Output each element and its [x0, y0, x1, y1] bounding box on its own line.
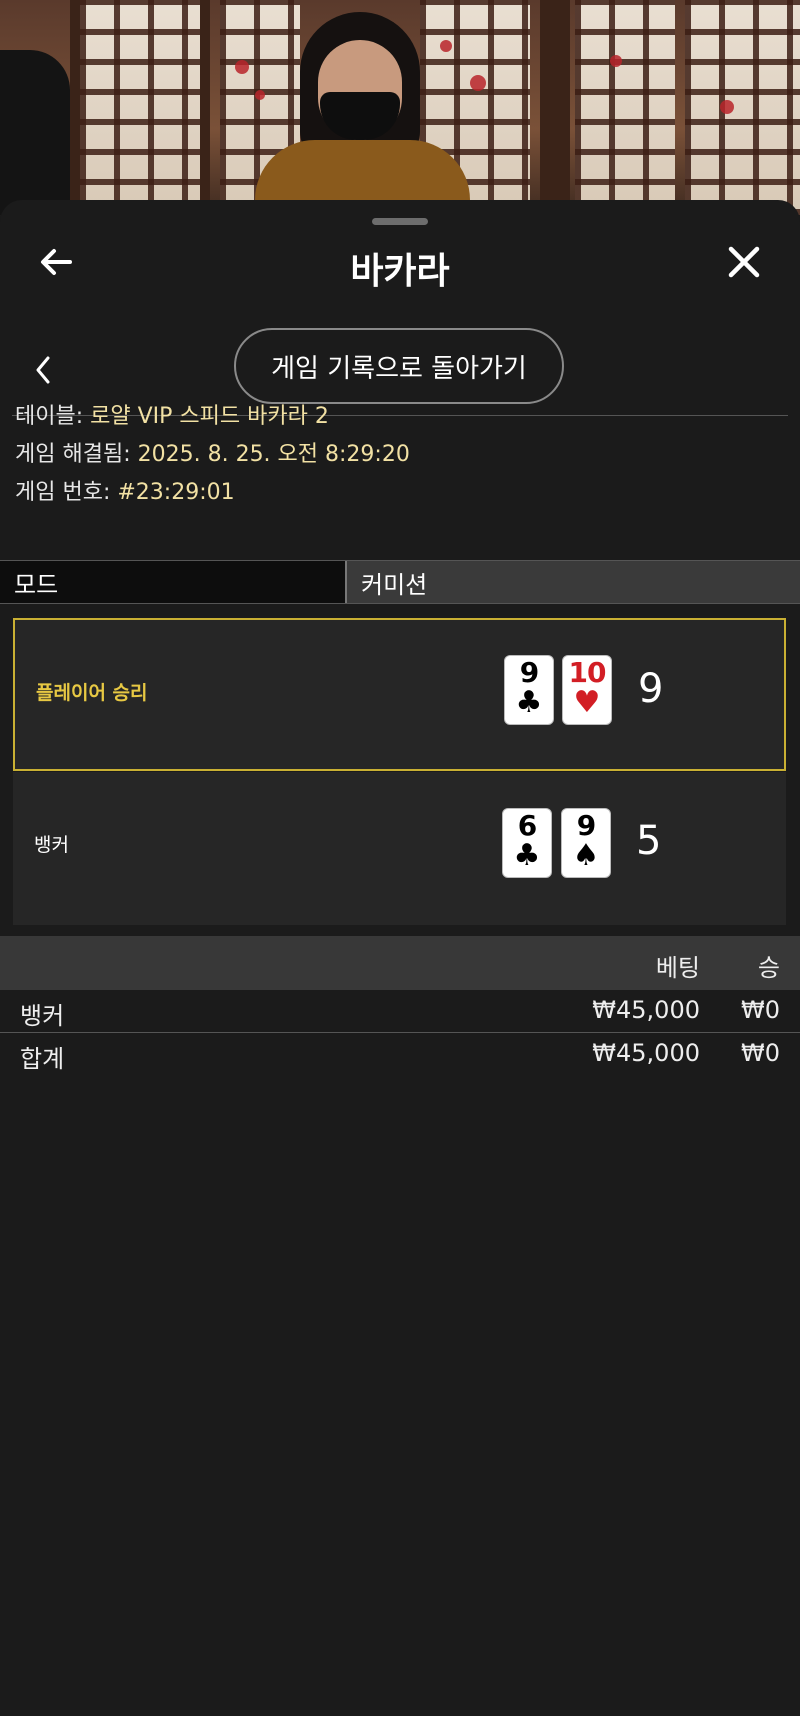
heart-icon: ♥: [573, 685, 601, 720]
video-left-person: [0, 50, 70, 215]
video-panel-right: [540, 0, 570, 215]
card-rank: 9: [576, 809, 596, 842]
back-to-history-button[interactable]: 게임 기록으로 돌아가기: [234, 328, 564, 404]
blossom: [610, 55, 622, 67]
playing-card: 9 ♠: [561, 808, 611, 878]
banker-hand: 뱅커 6 ♣ 9 ♠ 5: [13, 772, 786, 925]
live-video-feed: [0, 0, 800, 215]
win-column-header: 승: [757, 954, 780, 982]
sheet-drag-handle[interactable]: [372, 218, 428, 225]
banker-result-label: 뱅커: [34, 834, 69, 856]
card-rank: 9: [519, 656, 539, 689]
table-info: 테이블: 로얄 VIP 스피드 바카라 2: [15, 398, 329, 430]
bet-amount: ₩45,000: [592, 996, 700, 1024]
win-amount: ₩0: [741, 996, 780, 1024]
page-title: 바카라: [350, 251, 450, 292]
table-label: 테이블:: [15, 404, 84, 429]
player-hand: 플레이어 승리 9 ♣ 10 ♥ 9: [13, 618, 786, 771]
table-value: 로얄 VIP 스피드 바카라 2: [90, 404, 329, 429]
player-result-label: 플레이어 승리: [36, 682, 148, 704]
club-icon: ♣: [515, 685, 543, 720]
blossom: [255, 90, 265, 100]
tab-mode[interactable]: 모드: [0, 561, 345, 603]
video-screen-left: [80, 0, 200, 215]
tab-bar: 모드 커미션: [0, 560, 800, 604]
total-row: 합계 ₩45,000 ₩0: [0, 1033, 800, 1075]
card-rank: 10: [568, 656, 607, 689]
card-rank: 6: [517, 809, 537, 842]
playing-card: 9 ♣: [504, 655, 554, 725]
game-number-value: #23:29:01: [117, 480, 235, 505]
tab-commission[interactable]: 커미션: [345, 561, 800, 603]
bet-column-header: 베팅: [655, 954, 700, 982]
bets-table-header: 베팅 승: [0, 936, 800, 990]
game-number-label: 게임 번호:: [15, 480, 111, 505]
playing-card: 6 ♣: [502, 808, 552, 878]
resolved-info: 게임 해결됨: 2025. 8. 25. 오전 8:29:20: [15, 436, 410, 468]
resolved-label: 게임 해결됨:: [15, 442, 131, 467]
game-number-info: 게임 번호: #23:29:01: [15, 474, 235, 506]
total-bet-amount: ₩45,000: [592, 1039, 700, 1067]
video-screen-far-right: [685, 0, 800, 215]
resolved-value: 2025. 8. 25. 오전 8:29:20: [137, 442, 410, 467]
blossom: [440, 40, 452, 52]
game-detail-sheet: 바카라 게임 기록으로 돌아가기 테이블: 로얄 VIP 스피드 바카라 2 게…: [0, 200, 800, 1716]
table-row: 뱅커 ₩45,000 ₩0: [0, 990, 800, 1033]
spade-icon: ♠: [572, 838, 600, 873]
total-win-amount: ₩0: [741, 1039, 780, 1067]
player-score: 9: [638, 666, 664, 712]
playing-card: 10 ♥: [562, 655, 612, 725]
video-screen-right: [575, 0, 675, 215]
total-label: 합계: [20, 1045, 65, 1073]
bet-name: 뱅커: [20, 1002, 65, 1030]
chevron-left-icon[interactable]: [28, 350, 58, 390]
blossom: [470, 75, 486, 91]
blossom: [720, 100, 734, 114]
club-icon: ♣: [513, 838, 541, 873]
banker-score: 5: [636, 818, 662, 864]
blossom: [235, 60, 249, 74]
close-icon[interactable]: [722, 240, 766, 284]
